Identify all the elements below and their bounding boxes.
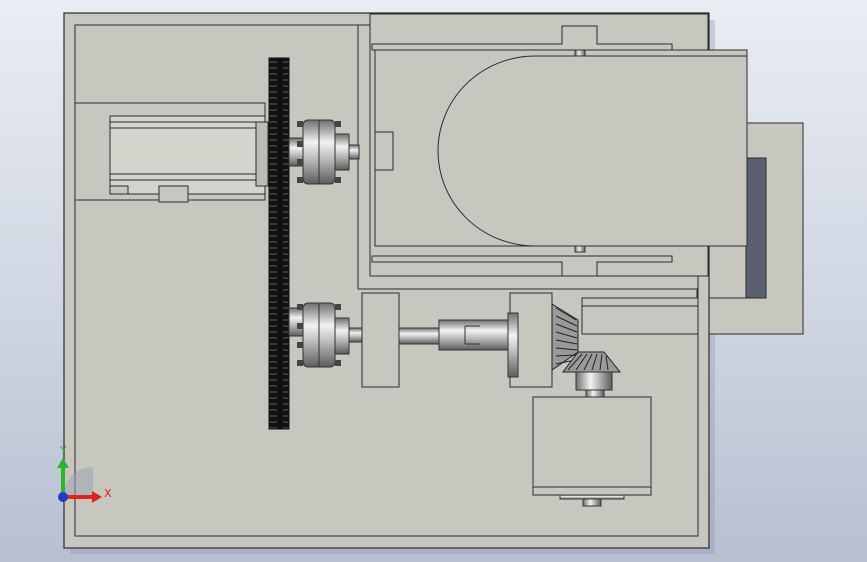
cad-viewport[interactable]: X Y (0, 0, 867, 562)
lower-right-bracket (581, 297, 699, 335)
z-axis-origin (58, 492, 68, 502)
y-axis-label: Y (59, 444, 67, 457)
bearing-block (361, 292, 400, 388)
motor-left (109, 115, 269, 203)
x-axis-label: X (104, 487, 112, 500)
bearing-block-2 (507, 292, 553, 388)
spur-gear (268, 57, 290, 430)
assembly-drawing: X Y (57, 12, 804, 554)
clamp-housing (369, 13, 748, 277)
motor-lower (532, 396, 652, 507)
